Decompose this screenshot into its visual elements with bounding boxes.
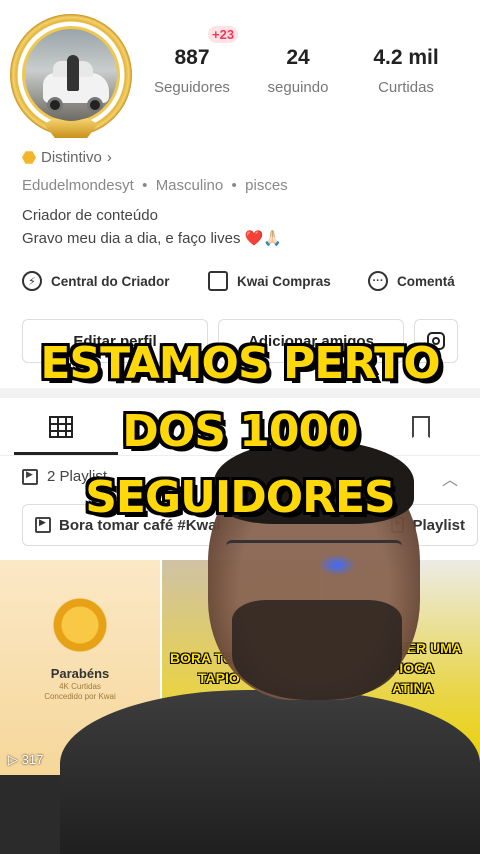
followers-stat[interactable]: 887 Seguidores (146, 46, 238, 96)
person-beard (232, 600, 402, 700)
profile-meta: Edudelmondesyt • Masculino • pisces (22, 177, 288, 194)
distintivo-link[interactable]: Distintivo › (22, 149, 112, 166)
overlay-caption-line2: DOS 1000 (122, 406, 358, 457)
following-label: seguindo (267, 79, 329, 96)
overlay-caption-line1: ESTAMOS PERTO (40, 338, 440, 389)
person-image (67, 55, 79, 91)
overlay-caption-line3: SEGUIDORES (85, 472, 396, 523)
glasses (226, 540, 402, 574)
medal-icon (52, 598, 108, 658)
bolt-icon: ⚡ (22, 271, 42, 291)
badge-hex-icon (22, 151, 36, 164)
new-followers-badge: +23 (208, 26, 239, 43)
kwai-shop-button[interactable]: Kwai Compras (208, 271, 331, 291)
divider (0, 388, 480, 398)
thumbnail-1-subtitle: 4K Curtidas Concedido por Kwai (44, 682, 116, 701)
thumbnail-1-title: Parabéns (50, 666, 110, 681)
likes-label: Curtidas (378, 79, 434, 96)
likes-stat[interactable]: 4.2 mil Curtidas (360, 46, 452, 96)
comment-icon: ··· (368, 271, 388, 291)
following-stat[interactable]: 24 seguindo (258, 46, 338, 96)
kwai-shop-label: Kwai Compras (237, 273, 331, 289)
shopping-bag-icon (208, 271, 228, 291)
thumbnail-3-caption-line3: ATINA (392, 680, 434, 696)
profile-gender: Masculino (155, 177, 224, 194)
likes-count: 4.2 mil (373, 46, 439, 69)
avatar-photo (22, 26, 120, 124)
bio-line-1: Criador de conteúdo (22, 207, 158, 224)
followers-count: 887 (174, 46, 210, 69)
creator-center-button[interactable]: ⚡ Central do Criador (22, 271, 170, 291)
glasses-glint (318, 554, 356, 576)
comment-label: Comentá (397, 273, 455, 289)
profile-avatar[interactable] (10, 14, 132, 138)
profile-sign: pisces (245, 177, 288, 194)
distintivo-label: Distintivo (41, 149, 102, 166)
person-shoulders (60, 690, 480, 854)
comment-button[interactable]: ··· Comentá (368, 271, 455, 291)
chevron-right-icon: › (106, 149, 112, 166)
thumbnail-1-views: ▷ 317 (8, 752, 44, 767)
creator-center-label: Central do Criador (51, 273, 170, 289)
followers-label: Seguidores (154, 79, 230, 96)
following-count: 24 (286, 46, 310, 69)
bio-line-2: Gravo meu dia a dia, e faço lives ❤️🙏🏻 (22, 230, 282, 247)
profile-handle: Edudelmondesyt (22, 177, 134, 194)
